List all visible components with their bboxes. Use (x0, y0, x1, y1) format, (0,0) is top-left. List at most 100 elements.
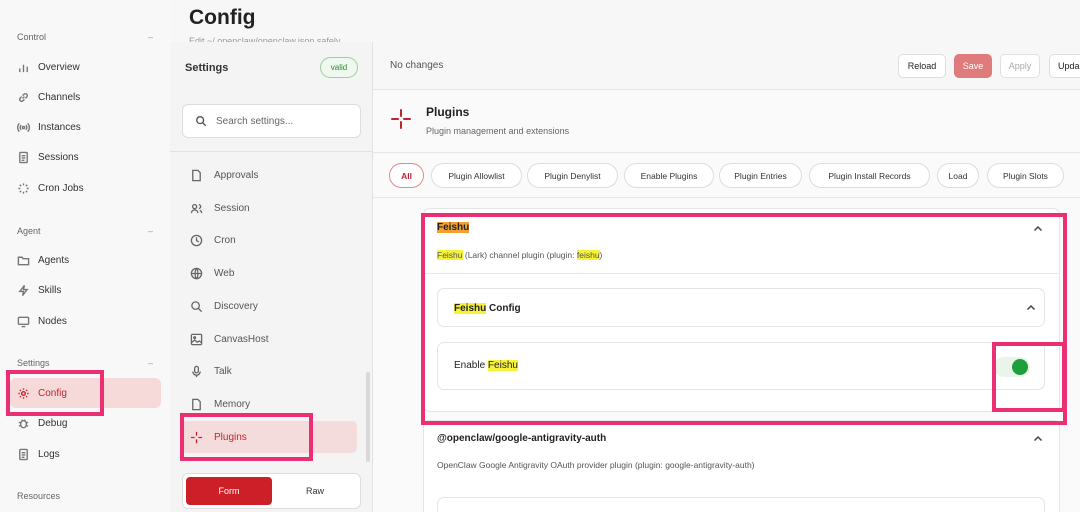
settings-item-approvals[interactable]: Approvals (190, 165, 258, 185)
search-highlight: Feishu (437, 222, 470, 233)
form-mode-button[interactable]: Form (186, 477, 272, 505)
nav-item-logs[interactable]: Logs (17, 444, 60, 464)
search-highlight: Feishu (454, 303, 487, 314)
nav-item-config[interactable]: Config (17, 383, 67, 403)
settings-item-label: Plugins (214, 431, 247, 443)
collapse-icon[interactable]: – (148, 358, 153, 368)
nav-item-channels[interactable]: Channels (17, 87, 80, 107)
plugin-tabs: All Plugin Allowlist Plugin Denylist Ena… (373, 152, 1080, 198)
plugin-description: Feishu (Lark) channel plugin (plugin: fe… (437, 250, 602, 260)
nav-item-debug[interactable]: Debug (17, 413, 67, 433)
plugin-title[interactable]: @openclaw/google-antigravity-auth (437, 433, 606, 444)
reload-button[interactable]: Reload (898, 54, 946, 78)
settings-item-label: CanvasHost (214, 333, 269, 345)
file-text-icon (19, 448, 28, 460)
tab-plugin-denylist[interactable]: Plugin Denylist (527, 163, 618, 188)
folder-icon (17, 256, 30, 265)
settings-item-session[interactable]: Session (190, 198, 250, 218)
search-box[interactable] (182, 104, 361, 138)
document-icon (19, 151, 28, 163)
chevron-up-icon[interactable] (1033, 224, 1043, 234)
nav-item-label: Logs (38, 448, 60, 460)
tab-plugin-install-records[interactable]: Plugin Install Records (809, 163, 930, 188)
gear-icon (18, 387, 29, 399)
settings-item-label: Memory (214, 398, 251, 410)
settings-item-web[interactable]: Web (190, 263, 234, 283)
settings-panel: Settings valid Approvals Session Cron We… (170, 42, 373, 512)
nav-section-label: Settings (17, 358, 50, 368)
search-icon (191, 300, 203, 312)
nav-section-agent[interactable]: Agent – (17, 226, 153, 236)
collapse-icon[interactable]: – (148, 226, 153, 236)
feishu-config-section[interactable]: Feishu Config (437, 288, 1045, 327)
settings-item-label: Discovery (214, 300, 258, 312)
tab-plugin-slots[interactable]: Plugin Slots (987, 163, 1064, 188)
plugin-crosshair-icon (391, 109, 411, 129)
tab-load[interactable]: Load (937, 163, 979, 188)
nav-item-label: Debug (38, 417, 68, 429)
nav-item-label: Cron Jobs (38, 182, 84, 194)
settings-item-label: Cron (214, 234, 236, 246)
nav-item-nodes[interactable]: Nodes (17, 311, 67, 331)
enable-feishu-row: Enable Feishu (437, 342, 1045, 390)
tab-all[interactable]: All (389, 163, 424, 188)
nav-item-instances[interactable]: Instances (17, 117, 81, 137)
nav-item-label: Nodes (38, 315, 67, 327)
apply-button[interactable]: Apply (1000, 54, 1040, 78)
nav-section-settings[interactable]: Settings – (17, 358, 153, 368)
chevron-up-icon[interactable] (1026, 303, 1036, 313)
plugin-description: OpenClaw Google Antigravity OAuth provid… (437, 460, 755, 470)
page-title: Config (189, 6, 256, 29)
monitor-icon (17, 316, 30, 327)
settings-item-label: Talk (214, 365, 232, 377)
globe-icon (190, 267, 203, 279)
section-description: Plugin management and extensions (426, 126, 570, 136)
settings-item-talk[interactable]: Talk (190, 361, 232, 381)
nav-item-label: Channels (38, 91, 81, 103)
valid-badge: valid (320, 57, 358, 78)
settings-title: Settings (185, 62, 229, 74)
search-highlight: Feishu (437, 250, 463, 260)
nav-item-agents[interactable]: Agents (17, 250, 69, 270)
document-icon (192, 169, 201, 181)
desc-text: ) (599, 250, 603, 260)
settings-item-label: Session (214, 202, 250, 214)
radio-signal-icon (17, 122, 30, 132)
search-input[interactable] (216, 115, 356, 127)
google-config-section[interactable] (437, 497, 1045, 512)
scrollbar[interactable] (366, 372, 370, 462)
raw-mode-button[interactable]: Raw (272, 477, 358, 505)
toolbar: No changes Reload Save Apply Upda (373, 42, 1080, 90)
nav-item-label: Overview (38, 61, 80, 73)
tab-plugin-entries[interactable]: Plugin Entries (719, 163, 802, 188)
settings-item-plugins[interactable]: Plugins (190, 427, 247, 447)
nav-item-overview[interactable]: Overview (17, 57, 80, 77)
collapse-icon[interactable]: – (148, 32, 153, 42)
enable-feishu-toggle[interactable] (994, 357, 1030, 377)
nav-section-label: Agent (17, 226, 41, 236)
desc-text: (Lark) channel plugin (plugin: (462, 250, 577, 260)
search-highlight: Feishu (487, 360, 518, 371)
nav-section-resources[interactable]: Resources (17, 491, 153, 501)
image-icon (190, 333, 203, 345)
settings-item-canvashost[interactable]: CanvasHost (190, 329, 268, 349)
mode-toggle: Form Raw (182, 473, 361, 509)
settings-item-discovery[interactable]: Discovery (190, 296, 258, 316)
nav-section-control[interactable]: Control – (17, 32, 153, 42)
chevron-up-icon[interactable] (1033, 434, 1043, 444)
plugin-title[interactable]: Feishu (437, 222, 470, 233)
nav-item-cron-jobs[interactable]: Cron Jobs (17, 178, 84, 198)
tab-plugin-allowlist[interactable]: Plugin Allowlist (431, 163, 522, 188)
update-button[interactable]: Upda (1049, 54, 1080, 78)
left-nav: Control – Overview Channels Instances Ses… (0, 0, 170, 512)
settings-item-memory[interactable]: Memory (190, 394, 250, 414)
enable-label: Enable Feishu (454, 360, 518, 371)
settings-item-label: Approvals (214, 169, 259, 181)
save-button[interactable]: Save (954, 54, 992, 78)
plugins-header: Plugins Plugin management and extensions (373, 90, 1080, 152)
settings-item-cron[interactable]: Cron (190, 230, 236, 250)
nav-item-label: Agents (38, 254, 70, 266)
nav-item-skills[interactable]: Skills (17, 280, 61, 300)
tab-enable-plugins[interactable]: Enable Plugins (624, 163, 714, 188)
nav-item-sessions[interactable]: Sessions (17, 147, 79, 167)
